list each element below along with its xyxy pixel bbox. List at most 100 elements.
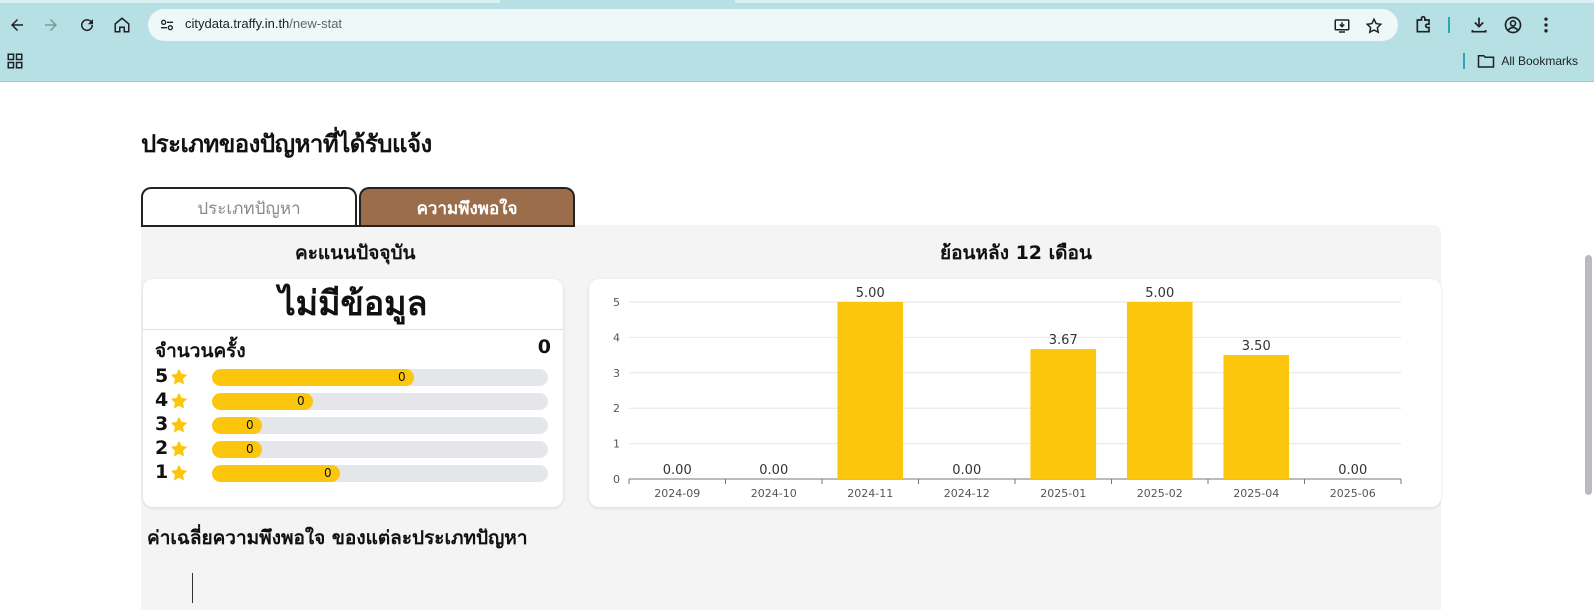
x-tick-label: 2024-10 xyxy=(751,487,797,500)
chart-bar xyxy=(1126,302,1193,479)
rating-bar-track: 0 xyxy=(212,393,548,410)
download-icon xyxy=(1471,17,1487,33)
address-bar[interactable]: citydata.traffy.in.th/new-stat xyxy=(148,9,1398,41)
toolbar-separator xyxy=(1448,17,1450,33)
home-button[interactable] xyxy=(109,12,135,38)
x-tick-label: 2024-11 xyxy=(847,487,893,500)
x-tick-label: 2025-04 xyxy=(1233,487,1279,500)
y-tick-label: 4 xyxy=(613,331,620,344)
url-text: citydata.traffy.in.th/new-stat xyxy=(185,16,342,31)
folder-icon xyxy=(1478,55,1495,68)
bookmarks-separator xyxy=(1463,53,1465,69)
rating-bar-fill xyxy=(212,417,262,434)
y-tick-label: 3 xyxy=(613,367,620,380)
puzzle-icon xyxy=(1416,15,1430,33)
tab-satisfaction[interactable]: ความพึงพอใจ xyxy=(359,187,575,227)
tab-strip-edge xyxy=(0,0,500,3)
home-icon xyxy=(114,17,130,33)
bookmarks-bar: All Bookmarks xyxy=(0,48,1594,74)
bar-data-label: 0.00 xyxy=(663,463,692,478)
profile-button[interactable] xyxy=(1501,13,1525,37)
rating-row-2: 20 xyxy=(155,437,555,459)
star-icon xyxy=(170,368,188,385)
y-tick-label: 5 xyxy=(613,296,620,309)
back-button[interactable] xyxy=(4,12,30,38)
url-host: citydata.traffy.in.th xyxy=(185,16,290,31)
star-icon xyxy=(170,416,188,433)
x-tick-label: 2025-01 xyxy=(1040,487,1086,500)
rating-bar-track: 0 xyxy=(212,417,548,434)
site-settings-icon[interactable] xyxy=(158,16,176,34)
current-score-card: ไม่มีข้อมูล จำนวนครั้ง 0 5040302010 xyxy=(143,279,563,507)
bookmark-star-button[interactable] xyxy=(1364,16,1384,36)
count-label: จำนวนครั้ง xyxy=(155,340,246,362)
chart-bar xyxy=(1030,349,1097,479)
chart-axis-stub xyxy=(192,573,193,603)
section-title: ประเภทของปัญหาที่ได้รับแจ้ง xyxy=(141,130,432,158)
x-tick-label: 2025-06 xyxy=(1330,487,1376,500)
rating-row-5: 50 xyxy=(155,365,555,387)
rating-bar-value: 0 xyxy=(246,418,254,432)
x-tick-label: 2024-12 xyxy=(944,487,990,500)
rating-bar-fill xyxy=(212,465,340,482)
forward-button[interactable] xyxy=(38,12,64,38)
tab-problem-types[interactable]: ประเภทปัญหา xyxy=(141,187,357,227)
y-tick-label: 1 xyxy=(613,438,620,451)
count-value: 0 xyxy=(537,336,551,358)
tab-underline xyxy=(141,225,575,227)
chart-bar xyxy=(1223,355,1290,479)
history-heading: ย้อนหลัง 12 เดือน xyxy=(940,242,1092,264)
rating-row-3: 30 xyxy=(155,413,555,435)
profile-icon xyxy=(1504,16,1522,34)
rating-bar-fill xyxy=(212,369,414,386)
all-bookmarks-button[interactable]: All Bookmarks xyxy=(1477,53,1578,69)
rating-bar-value: 0 xyxy=(297,394,305,408)
menu-button[interactable] xyxy=(1534,13,1558,37)
install-app-button[interactable] xyxy=(1332,16,1352,36)
install-icon xyxy=(1334,19,1350,33)
rating-star-count: 1 xyxy=(155,461,169,483)
y-tick-label: 2 xyxy=(613,402,620,415)
bar-data-label: 3.67 xyxy=(1049,333,1078,348)
arrow-right-icon xyxy=(45,19,57,31)
rating-bar-value: 0 xyxy=(398,370,406,384)
x-tick-label: 2024-09 xyxy=(654,487,700,500)
tab-strip-edge xyxy=(735,0,1594,3)
rating-bar-track: 0 xyxy=(212,441,548,458)
rating-bar-value: 0 xyxy=(324,466,332,480)
bar-data-label: 0.00 xyxy=(1338,463,1367,478)
url-path: /new-stat xyxy=(289,16,343,31)
reload-icon xyxy=(81,19,94,32)
y-tick-label: 0 xyxy=(613,473,620,486)
x-tick-label: 2025-02 xyxy=(1137,487,1183,500)
current-score-heading: คะแนนปัจจุบัน xyxy=(295,242,416,264)
more-vert-icon xyxy=(1544,17,1548,33)
bar-data-label: 3.50 xyxy=(1242,339,1271,354)
bar-data-label: 5.00 xyxy=(1145,286,1174,301)
average-satisfaction-title: ค่าเฉลี่ยความพึงพอใจ ของแต่ละประเภทปัญหา xyxy=(147,527,528,549)
rating-star-count: 3 xyxy=(155,413,169,435)
bar-data-label: 5.00 xyxy=(856,286,885,301)
arrow-left-icon xyxy=(11,19,23,31)
bar-data-label: 0.00 xyxy=(759,463,788,478)
history-chart-card: 0 1 2 3 4 5 0.00 2024-09 0.00 2024-10 5.00 2024-11 0… xyxy=(589,279,1441,507)
rating-row-1: 10 xyxy=(155,461,555,483)
page-scrollbar[interactable] xyxy=(1585,255,1592,495)
star-icon xyxy=(170,392,188,409)
all-bookmarks-label: All Bookmarks xyxy=(1501,54,1578,68)
reload-button[interactable] xyxy=(74,12,100,38)
browser-toolbar: citydata.traffy.in.th/new-stat xyxy=(0,4,1594,46)
rating-star-count: 2 xyxy=(155,437,169,459)
history-bar-chart: 0 1 2 3 4 5 0.00 2024-09 0.00 2024-10 5.00 2024-11 0… xyxy=(613,286,1402,500)
apps-grid-button[interactable] xyxy=(6,52,24,70)
rating-bar-track: 0 xyxy=(212,465,548,482)
chart-bar xyxy=(837,302,904,479)
rating-star-count: 4 xyxy=(155,389,169,411)
star-icon xyxy=(170,464,188,481)
star-icon xyxy=(170,440,188,457)
rating-bar-track: 0 xyxy=(212,369,548,386)
extensions-button[interactable] xyxy=(1412,13,1436,37)
bar-data-label: 0.00 xyxy=(952,463,981,478)
star-outline-icon xyxy=(1365,17,1383,34)
downloads-button[interactable] xyxy=(1467,13,1491,37)
